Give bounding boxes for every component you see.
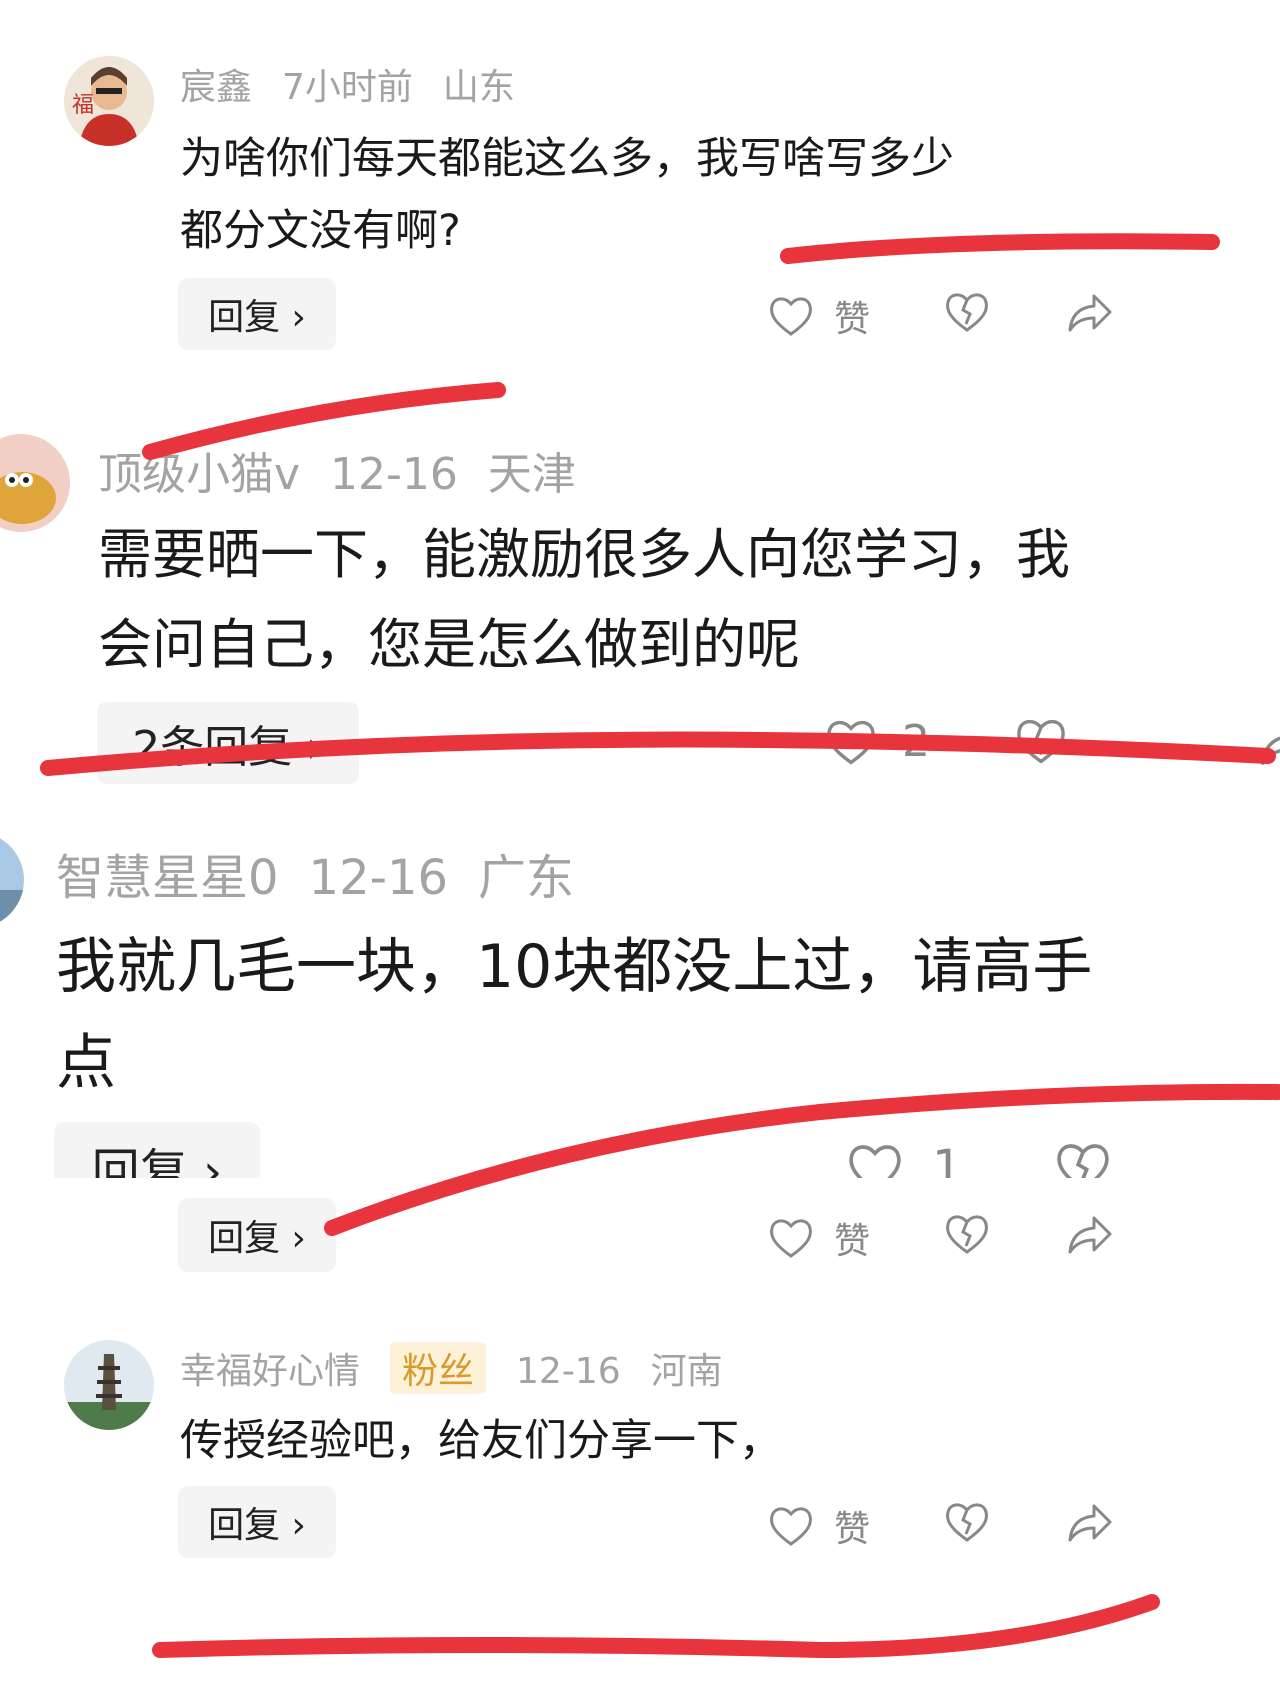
location: 河南 bbox=[650, 1351, 723, 1392]
heart-icon bbox=[770, 1507, 812, 1546]
reply-button[interactable]: 回复 › bbox=[178, 1486, 336, 1558]
heart-icon bbox=[770, 1219, 812, 1258]
comment-text-line-1: 为啥你们每天都能这么多，我写啥写多少 bbox=[180, 134, 954, 184]
comment-text-line-2: 都分文没有啊? bbox=[180, 206, 461, 256]
like-button[interactable]: 赞 bbox=[768, 1212, 870, 1264]
location: 广东 bbox=[478, 850, 575, 906]
like-button[interactable]: 赞 bbox=[768, 1500, 870, 1552]
heart-icon bbox=[770, 297, 812, 336]
share-icon bbox=[1068, 294, 1112, 332]
broken-heart-icon bbox=[1057, 1144, 1109, 1178]
avatar[interactable] bbox=[0, 832, 24, 928]
dislike-button[interactable] bbox=[944, 1500, 990, 1544]
broken-heart-icon bbox=[946, 293, 988, 332]
broken-heart-icon bbox=[1017, 719, 1065, 764]
location: 山东 bbox=[442, 67, 515, 108]
share-button[interactable] bbox=[1064, 1500, 1112, 1544]
like-label: 赞 bbox=[834, 299, 871, 340]
like-button[interactable]: 2 bbox=[824, 716, 930, 767]
comment-2: 顶级小猫v 12-16 天津 需要晒一下，能激励很多人向您学习，我 会问自己，您是怎… bbox=[0, 420, 1280, 792]
comment-3: 智慧星星0 12-16 广东 我就几毛一块，10块都没上过，请高手 点 回复 › 1 bbox=[0, 792, 1280, 1178]
like-count: 2 bbox=[902, 716, 930, 767]
broken-heart-icon bbox=[946, 1503, 988, 1542]
comment-text-line-2: 会问自己，您是怎么做到的呢 bbox=[98, 613, 800, 676]
location: 天津 bbox=[487, 449, 576, 500]
comment-text-line-1: 需要晒一下，能激励很多人向您学习，我 bbox=[98, 523, 1070, 586]
avatar-image: 福 bbox=[64, 56, 154, 146]
avatar-image bbox=[0, 434, 70, 532]
timestamp: 12-16 bbox=[330, 449, 458, 500]
fan-badge: 粉丝 bbox=[390, 1342, 487, 1394]
comment-meta: 宸鑫 7小时前 山东 bbox=[180, 58, 545, 110]
like-button[interactable]: 赞 bbox=[768, 290, 870, 342]
dislike-button[interactable] bbox=[1054, 1140, 1112, 1178]
timestamp: 12-16 bbox=[308, 850, 449, 906]
timestamp: 7小时前 bbox=[282, 67, 413, 108]
like-button[interactable]: 1 bbox=[846, 1140, 963, 1178]
dislike-button[interactable] bbox=[944, 290, 990, 334]
comment-action-row: 回复 › 赞 bbox=[0, 1178, 1280, 1308]
share-button[interactable] bbox=[1256, 718, 1280, 768]
comment-1: 福 宸鑫 7小时前 山东 为啥你们每天都能这么多，我写啥写多少 都分文没有啊? 回复… bbox=[0, 0, 1280, 420]
avatar[interactable] bbox=[0, 434, 70, 532]
share-icon bbox=[1068, 1216, 1112, 1254]
timestamp: 12-16 bbox=[516, 1351, 621, 1392]
username[interactable]: 顶级小猫v bbox=[98, 449, 300, 500]
avatar-image bbox=[0, 832, 24, 928]
svg-text:福: 福 bbox=[72, 93, 94, 118]
broken-heart-icon bbox=[946, 1215, 988, 1254]
like-count: 1 bbox=[932, 1140, 963, 1178]
share-button[interactable] bbox=[1064, 1212, 1112, 1256]
username[interactable]: 幸福好心情 bbox=[180, 1351, 360, 1392]
share-icon bbox=[1068, 1504, 1112, 1542]
avatar[interactable] bbox=[64, 1340, 154, 1430]
username[interactable]: 宸鑫 bbox=[180, 67, 252, 108]
avatar[interactable]: 福 bbox=[64, 56, 154, 146]
share-icon bbox=[1261, 736, 1280, 765]
comment-meta: 幸福好心情 粉丝 12-16 河南 bbox=[180, 1342, 753, 1394]
like-label: 赞 bbox=[834, 1509, 871, 1550]
heart-icon bbox=[849, 1145, 901, 1178]
comment-text-line-2: 点 bbox=[56, 1028, 116, 1098]
avatar-image bbox=[64, 1340, 154, 1430]
username[interactable]: 智慧星星0 bbox=[56, 850, 279, 906]
share-button[interactable] bbox=[1064, 290, 1112, 334]
comment-text-line-1: 我就几毛一块，10块都没上过，请高手 bbox=[56, 932, 1093, 1002]
dislike-button[interactable] bbox=[944, 1212, 990, 1256]
comment-4: 幸福好心情 粉丝 12-16 河南 传授经验吧，给友们分享一下， 回复 › 赞 bbox=[0, 1308, 1280, 1706]
comment-meta: 顶级小猫v 12-16 天津 bbox=[98, 438, 606, 502]
reply-button[interactable]: 回复 › bbox=[178, 1198, 336, 1272]
like-label: 赞 bbox=[834, 1221, 871, 1262]
heart-icon bbox=[827, 720, 875, 765]
dislike-button[interactable] bbox=[1014, 716, 1068, 766]
reply-button[interactable]: 2条回复 › bbox=[97, 702, 359, 784]
reply-button[interactable]: 回复 › bbox=[178, 278, 336, 350]
comment-meta: 智慧星星0 12-16 广东 bbox=[56, 838, 604, 908]
reply-button[interactable]: 回复 › bbox=[54, 1122, 260, 1178]
comment-text: 传授经验吧，给友们分享一下， bbox=[180, 1416, 782, 1466]
